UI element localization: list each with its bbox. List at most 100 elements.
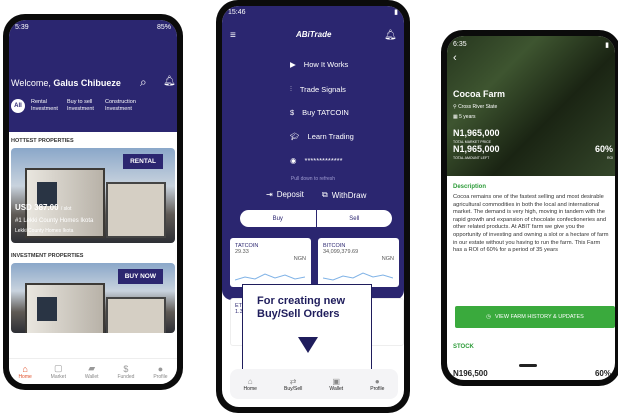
- home-icon: ⌂: [247, 376, 253, 386]
- dollar-icon: $: [290, 108, 295, 117]
- nav-label: Home: [243, 385, 257, 392]
- property-name: #1 Lekki County Homes Ikota: [15, 218, 94, 224]
- bottom-nav: ⌂ Home ⇄ Buy/Sell ▣ Wallet ● Profile: [230, 369, 398, 399]
- withdraw-button[interactable]: ⧉ WithDraw: [322, 190, 366, 200]
- price-unit: / slot: [60, 206, 72, 212]
- roi-label: ROI: [607, 156, 614, 160]
- nav-label: Wallet: [329, 385, 344, 392]
- farm-location: ⚲ Cross River State: [453, 104, 497, 110]
- menu-label: Buy TATCOIN: [302, 108, 349, 117]
- buy-now-badge[interactable]: BUY NOW: [117, 269, 163, 284]
- tab-construction[interactable]: Construction Investment: [105, 99, 141, 113]
- welcome-prefix: Welcome,: [11, 78, 54, 88]
- nav-home[interactable]: ⌂ Home: [244, 377, 257, 392]
- calendar-icon: ▦: [453, 114, 458, 120]
- masked-balance: ◉ *************: [290, 156, 404, 165]
- status-icons: ▮: [394, 9, 398, 16]
- sell-tab[interactable]: Sell: [317, 210, 393, 227]
- category-tabs: All Rental Investment Buy to sell Invest…: [11, 99, 141, 113]
- menu-buy-tatcoin[interactable]: $ Buy TATCOIN: [290, 108, 404, 117]
- nav-market[interactable]: ▢ Market: [51, 363, 66, 380]
- stock-row: N196,500 60%: [453, 369, 611, 378]
- nav-buy-sell[interactable]: ⇄ Buy/Sell: [284, 377, 302, 392]
- nav-wallet[interactable]: ▣ Wallet: [329, 377, 343, 392]
- property-card[interactable]: BUY NOW: [11, 263, 175, 333]
- home-header: Welcome, Galus Chibueze ⌕ 🔔︎ All Rental …: [9, 34, 177, 132]
- property-price: USD 387.00 / slot: [15, 203, 71, 212]
- pull-to-refresh: Pull down to refresh: [290, 176, 336, 182]
- sparkline: [323, 272, 393, 281]
- ticker-card[interactable]: BITCOIN 34,099,379.69 NGN: [318, 238, 399, 287]
- bell-icon[interactable]: 🔔︎: [163, 76, 176, 87]
- search-icon[interactable]: ⌕: [140, 75, 147, 90]
- nav-home[interactable]: ⌂ Home: [18, 364, 31, 380]
- callout-box: For creating new Buy/Sell Orders: [242, 284, 372, 372]
- investment-title: INVESTMENT PROPERTIES: [11, 253, 84, 259]
- status-icons: ▮: [605, 41, 609, 49]
- welcome-text: Welcome, Galus Chibueze: [11, 78, 121, 88]
- property-card[interactable]: RENTAL USD 387.00 / slot #1 Lekki County…: [11, 148, 175, 243]
- house-image-side: [106, 182, 166, 238]
- price-value: USD 387.00: [15, 203, 59, 212]
- farm-history-button[interactable]: ◷ VIEW FARM HISTORY & UPDATES: [455, 306, 615, 328]
- hamburger-icon[interactable]: ≡: [230, 30, 236, 41]
- home-indicator: [519, 364, 537, 367]
- market-icon: ▢: [54, 363, 63, 373]
- funded-icon: $: [123, 363, 129, 374]
- menu-learn-trading[interactable]: 🎓︎ Learn Trading: [290, 132, 404, 141]
- hottest-title: HOTTEST PROPERTIES: [11, 138, 74, 144]
- ticker-value: 34,099,379.69: [323, 249, 359, 255]
- rental-badge[interactable]: RENTAL: [123, 154, 163, 169]
- buy-tab[interactable]: Buy: [240, 210, 317, 227]
- status-time: 6:35: [453, 41, 467, 48]
- profile-icon: ●: [374, 376, 380, 386]
- amount-left: N1,965,000: [453, 144, 500, 154]
- phone-real-estate: 5:39 85% Welcome, Galus Chibueze ⌕ 🔔︎ Al…: [3, 14, 183, 390]
- history-label: VIEW FARM HISTORY & UPDATES: [494, 314, 584, 320]
- description-title: Description: [453, 184, 487, 190]
- nav-wallet[interactable]: ▰ Wallet: [85, 363, 99, 380]
- status-battery: 85%: [156, 23, 171, 31]
- amount-left-label: TOTAL AMOUNT LEFT: [453, 156, 490, 160]
- duration-text: 5 years: [459, 114, 476, 120]
- nav-profile[interactable]: ● Profile: [153, 364, 167, 380]
- nav-label: Wallet: [84, 374, 99, 380]
- nav-funded[interactable]: $ Funded: [117, 364, 134, 380]
- menu-how-it-works[interactable]: ▶ How It Works: [290, 60, 404, 69]
- market-price: N1,965,000: [453, 128, 500, 138]
- deposit-icon: ⇥: [266, 190, 273, 199]
- nav-label: Market: [50, 374, 66, 380]
- chart-icon: ⇄: [289, 376, 297, 386]
- nav-label: Profile: [153, 373, 168, 380]
- stock-percent: 60%: [594, 369, 611, 378]
- property-location: Lekki County Homes Ikota: [15, 228, 74, 234]
- bell-icon[interactable]: 🔔︎: [384, 30, 397, 41]
- description-text: Cocoa remains one of the fastest selling…: [453, 194, 609, 254]
- eye-icon[interactable]: ◉: [290, 156, 297, 165]
- nav-profile[interactable]: ● Profile: [370, 377, 384, 392]
- deposit-label: Deposit: [276, 190, 304, 199]
- profile-icon: ●: [157, 363, 164, 374]
- tab-all[interactable]: All: [11, 99, 25, 113]
- status-time: 15:46: [228, 8, 246, 16]
- buy-sell-toggle: Buy Sell: [240, 210, 392, 227]
- tab-buy-to-sell[interactable]: Buy to sell Investment: [67, 99, 99, 113]
- deposit-button[interactable]: ⇥ Deposit: [266, 190, 304, 199]
- app-logo: ABiTrade: [296, 30, 332, 39]
- menu-trade-signals[interactable]: ⫶ Trade Signals: [290, 84, 404, 94]
- ticker-value: 29.33: [235, 249, 249, 255]
- status-time: 5:39: [15, 23, 29, 31]
- arrow-down-icon: [298, 337, 318, 353]
- graduation-cap-icon: 🎓︎: [290, 132, 300, 141]
- ticker-card[interactable]: TATCOIN 29.33 NGN: [230, 238, 311, 287]
- stock-title: STOCK: [453, 344, 474, 350]
- wallet-icon: ▣: [332, 376, 341, 386]
- location-text: Cross River State: [458, 104, 498, 110]
- house-image-side: [106, 297, 166, 333]
- bottom-nav: ⌂ Home ▢ Market ▰ Wallet $ Funded ● Profile: [9, 358, 177, 384]
- screen-farm-detail: 6:35 ▮ ‹ Cocoa Farm ⚲ Cross River State …: [447, 36, 615, 380]
- balance-mask: *************: [304, 156, 343, 165]
- stock-price: N196,500: [453, 369, 488, 378]
- tab-rental[interactable]: Rental Investment: [31, 99, 61, 113]
- back-arrow-icon[interactable]: ‹: [453, 52, 457, 64]
